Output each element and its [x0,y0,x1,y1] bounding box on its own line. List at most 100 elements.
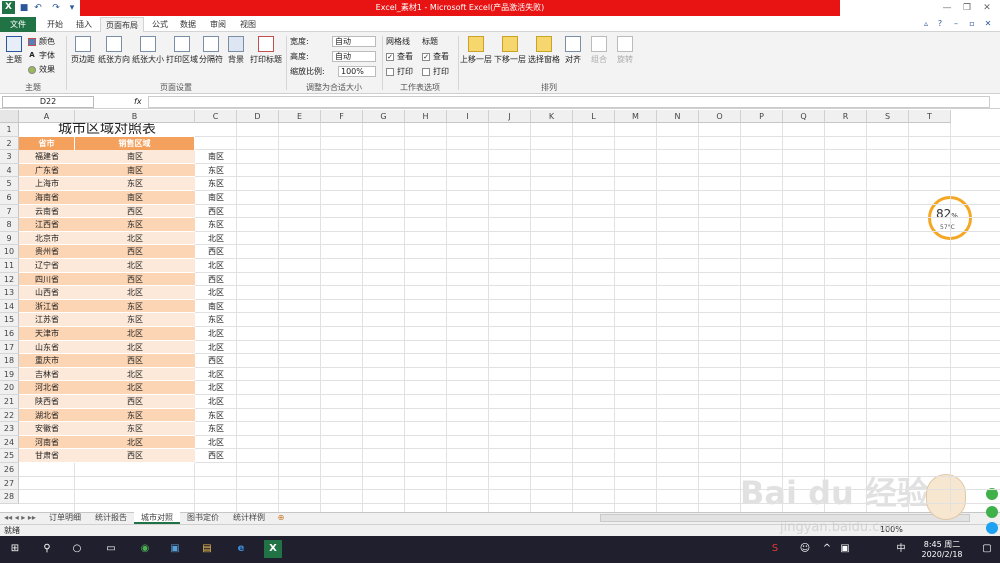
sheet-tab-city-lookup[interactable]: 城市对照 [134,512,180,524]
column-header-m[interactable]: M [615,110,657,123]
cortana-icon[interactable]: ○ [68,540,86,558]
table-cell[interactable]: 北区 [75,435,195,450]
table-cell[interactable]: 东区 [75,218,195,232]
side-icon-green-2[interactable] [986,506,998,518]
lookup-cell[interactable]: 北区 [195,381,237,395]
table-cell[interactable]: 东区 [75,177,195,191]
table-cell[interactable]: 北区 [75,259,195,273]
table-cell[interactable]: 湖北省 [19,408,75,423]
table-cell[interactable]: 东区 [75,313,195,327]
row-header-10[interactable]: 10 [0,245,19,259]
row-header-27[interactable]: 27 [0,476,19,491]
row-header-28[interactable]: 28 [0,490,19,504]
table-cell[interactable]: 云南省 [19,204,75,219]
row-header-6[interactable]: 6 [0,191,19,205]
height-select[interactable]: 自动 [332,51,376,62]
table-cell[interactable]: 西区 [75,354,195,368]
tab-formulas[interactable]: 公式 [148,17,172,32]
customize-qat-icon[interactable]: ▾ [66,2,78,14]
row-header-3[interactable]: 3 [0,150,19,164]
row-header-7[interactable]: 7 [0,204,19,219]
ime-indicator[interactable]: 中 [892,540,910,558]
row-header-17[interactable]: 17 [0,340,19,355]
row-header-24[interactable]: 24 [0,435,19,450]
table-cell[interactable]: 西区 [75,204,195,219]
search-icon[interactable]: ⚲ [38,540,56,558]
bring-forward-button[interactable]: 上移一层 [460,36,492,76]
row-header-15[interactable]: 15 [0,313,19,327]
lookup-cell[interactable]: 西区 [195,449,237,463]
row-header-11[interactable]: 11 [0,259,19,273]
table-cell[interactable]: 南区 [75,191,195,205]
notification-icon[interactable]: ▢ [978,540,996,558]
row-header-13[interactable]: 13 [0,286,19,300]
margins-button[interactable]: 页边距 [70,36,96,76]
lookup-cell[interactable]: 北区 [195,341,237,355]
table-cell[interactable]: 浙江省 [19,299,75,314]
background-button[interactable]: 背景 [226,36,246,76]
row-header-16[interactable]: 16 [0,327,19,341]
table-cell[interactable]: 西区 [75,449,195,463]
tray-expand-icon[interactable]: ^ [818,540,836,558]
table-cell[interactable]: 重庆市 [19,354,75,368]
row-header-19[interactable]: 19 [0,367,19,382]
table-cell[interactable]: 贵州省 [19,245,75,259]
column-header-q[interactable]: Q [783,110,825,123]
table-cell[interactable]: 北区 [75,340,195,355]
themes-button[interactable]: 主题 [2,36,26,76]
help-icon[interactable]: ? [934,18,946,30]
size-button[interactable]: 纸张大小 [132,36,164,76]
row-header-9[interactable]: 9 [0,231,19,246]
headings-print-checkbox[interactable]: 打印 [422,66,449,78]
table-cell[interactable]: 西区 [75,272,195,287]
tab-page-layout[interactable]: 页面布局 [100,17,144,32]
row-header-26[interactable]: 26 [0,463,19,477]
tab-review[interactable]: 审阅 [206,17,230,32]
lookup-cell[interactable]: 北区 [195,368,237,382]
lookup-cell[interactable]: 东区 [195,218,237,232]
selection-pane-button[interactable]: 选择窗格 [528,36,560,76]
lookup-cell[interactable]: 北区 [195,286,237,300]
lookup-cell[interactable]: 西区 [195,245,237,259]
column-header-i[interactable]: I [447,110,489,123]
row-header-5[interactable]: 5 [0,177,19,191]
rotate-button[interactable]: 旋转 [614,36,636,76]
table-cell[interactable]: 陕西省 [19,395,75,409]
column-header-k[interactable]: K [531,110,573,123]
row-header-22[interactable]: 22 [0,408,19,423]
lookup-cell[interactable]: 东区 [195,313,237,327]
row-header-1[interactable]: 1 [0,123,19,137]
table-cell[interactable]: 东区 [75,408,195,423]
restore-icon[interactable]: ❐ [958,2,976,14]
tab-file[interactable]: 文件 [0,17,36,32]
table-header-cell[interactable]: 省市 [19,136,75,151]
row-header-2[interactable]: 2 [0,136,19,151]
table-cell[interactable]: 河北省 [19,381,75,395]
lookup-cell[interactable]: 东区 [195,409,237,423]
table-cell[interactable]: 山西省 [19,286,75,300]
column-header-j[interactable]: J [489,110,531,123]
table-cell[interactable]: 北京市 [19,231,75,246]
lookup-cell[interactable]: 北区 [195,327,237,341]
column-header-d[interactable]: D [237,110,279,123]
clock-time[interactable]: 8:45 周二 [916,539,968,550]
lookup-cell[interactable]: 东区 [195,164,237,178]
tab-home[interactable]: 开始 [42,17,68,32]
headings-view-checkbox[interactable]: ✓ 查看 [422,51,449,63]
undo-icon[interactable]: ↶ [32,2,44,14]
lookup-cell[interactable]: 北区 [195,232,237,246]
sheet-nav-icon[interactable]: ◂◂ ◂ ▸ ▸▸ [2,512,38,524]
lookup-cell[interactable]: 西区 [195,205,237,219]
minimize-icon[interactable]: — [938,2,956,14]
clock-date[interactable]: 2020/2/18 [916,550,968,559]
name-box[interactable]: D22 [2,96,94,108]
formula-input[interactable] [148,96,990,108]
table-cell[interactable]: 吉林省 [19,367,75,382]
table-cell[interactable]: 南区 [75,163,195,178]
gridlines-view-checkbox[interactable]: ✓ 查看 [386,51,413,63]
row-header-20[interactable]: 20 [0,381,19,395]
new-sheet-icon[interactable]: ⊕ [274,512,288,524]
table-cell[interactable]: 辽宁省 [19,259,75,273]
table-cell[interactable]: 安徽省 [19,422,75,436]
table-cell[interactable]: 北区 [75,381,195,395]
